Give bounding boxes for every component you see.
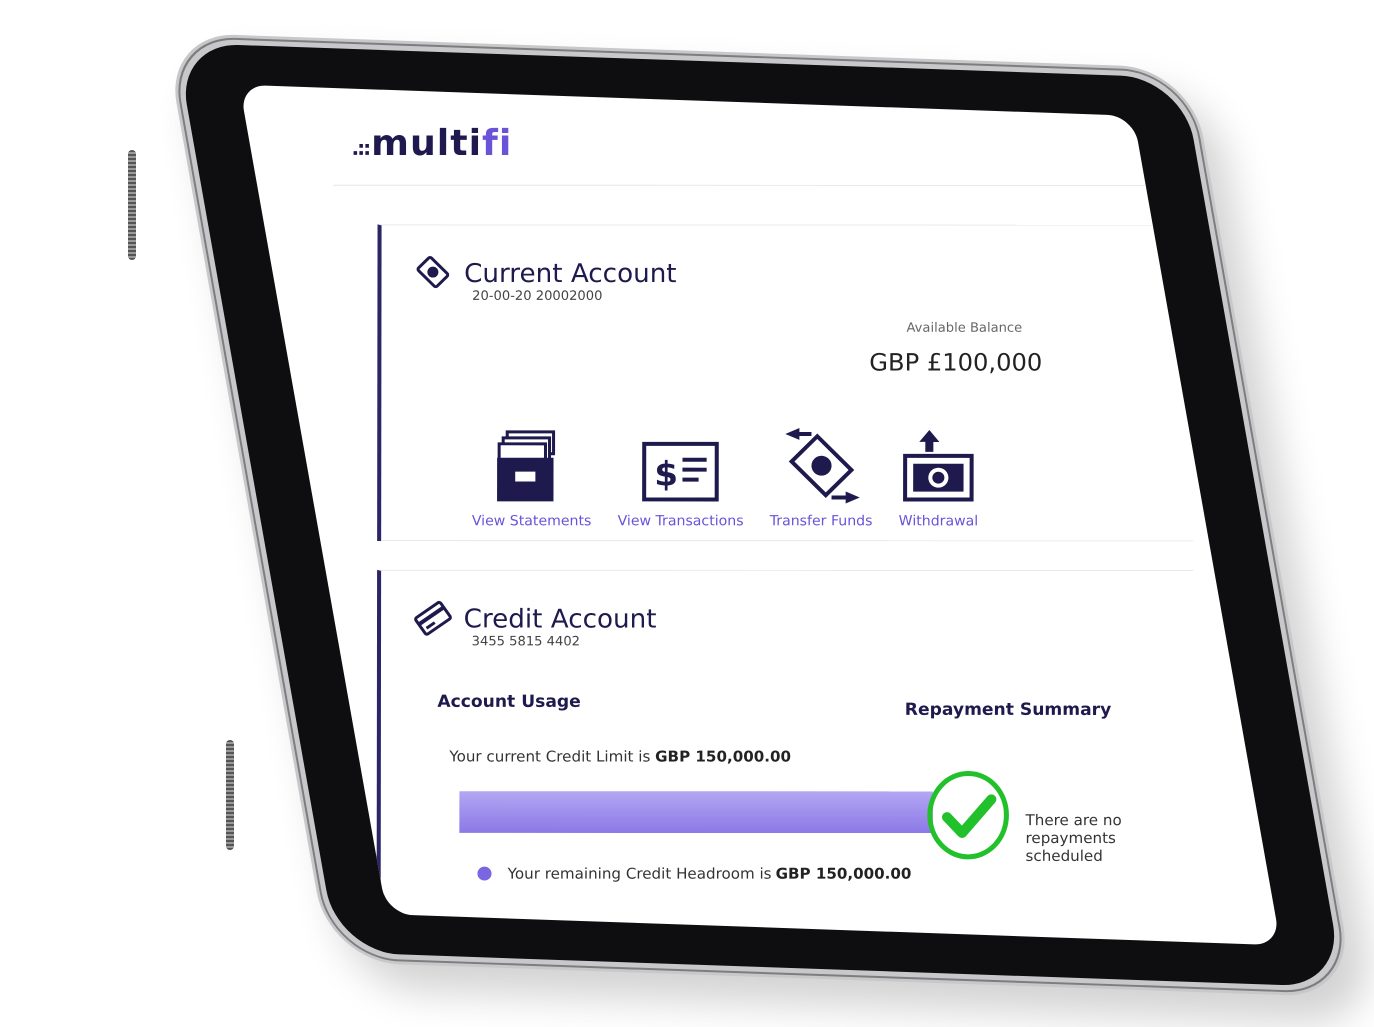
transfer-funds-label: Transfer Funds [769, 513, 873, 530]
view-statements-button[interactable]: View Statements [472, 428, 592, 529]
current-account-card: Current Account 20-00-20 20002000 Availa… [377, 224, 1194, 542]
headroom-value: GBP 150,000.00 [775, 864, 912, 883]
check-circle-icon [925, 769, 1012, 864]
credit-account-card: Credit Account 3455 5815 4402 Account Us… [376, 569, 1194, 946]
account-actions: View Statements $ View Transactions Tran… [472, 424, 979, 529]
withdrawal-label: Withdrawal [898, 513, 979, 530]
available-balance-value: GBP £100,000 [869, 348, 1043, 377]
current-account-title: Current Account [464, 259, 677, 290]
logo-accent-text: fi [482, 123, 513, 164]
app-screen: .::multifi Current Account 20-00-20 2000… [239, 84, 1281, 946]
logo-main-text: multi [371, 123, 483, 164]
view-transactions-label: View Transactions [617, 513, 744, 530]
credit-usage-bar [459, 791, 933, 834]
tablet-bezel: .::multifi Current Account 20-00-20 2000… [175, 42, 1345, 988]
credit-card-icon [411, 597, 453, 643]
repayment-summary-title: Repayment Summary [904, 700, 1112, 720]
multifi-logo[interactable]: .::multifi [351, 123, 512, 164]
credit-limit-text: Your current Credit Limit is GBP 150,000… [449, 748, 791, 766]
credit-headroom-row: Your remaining Credit Headroom is GBP 15… [477, 865, 911, 883]
svg-text:$: $ [654, 455, 678, 495]
header-divider [333, 184, 1208, 186]
view-statements-label: View Statements [471, 513, 592, 530]
credit-limit-value: GBP 150,000.00 [655, 747, 792, 766]
tablet-device: .::multifi Current Account 20-00-20 2000… [0, 0, 1374, 1027]
transfer-icon [779, 424, 864, 507]
credit-account-number: 3455 5815 4402 [471, 634, 581, 650]
tablet-frame: .::multifi Current Account 20-00-20 2000… [163, 32, 1357, 998]
withdrawal-button[interactable]: Withdrawal [899, 426, 979, 529]
headroom-legend-dot [477, 866, 492, 881]
transfer-funds-button[interactable]: Transfer Funds [770, 424, 873, 529]
credit-account-title: Credit Account [463, 604, 657, 635]
banknote-icon [412, 251, 454, 297]
account-usage-title: Account Usage [437, 691, 581, 712]
speaker-grill-top [128, 150, 136, 260]
available-balance-label: Available Balance [906, 320, 1023, 336]
logo-dots: .:: [351, 136, 370, 160]
withdrawal-icon [899, 426, 978, 507]
view-transactions-button[interactable]: $ View Transactions [618, 438, 744, 529]
app-content: .::multifi Current Account 20-00-20 2000… [332, 103, 1208, 946]
repayment-status-text: There are no repayments scheduled [1025, 811, 1122, 865]
statements-icon [493, 428, 570, 507]
headroom-prefix: Your remaining Credit Headroom is [507, 864, 772, 883]
current-card-divider [381, 540, 1194, 542]
credit-limit-prefix: Your current Credit Limit is [449, 747, 651, 766]
speaker-grill-bottom [226, 740, 234, 850]
current-account-number: 20-00-20 20002000 [472, 288, 603, 304]
transactions-icon: $ [638, 438, 723, 508]
